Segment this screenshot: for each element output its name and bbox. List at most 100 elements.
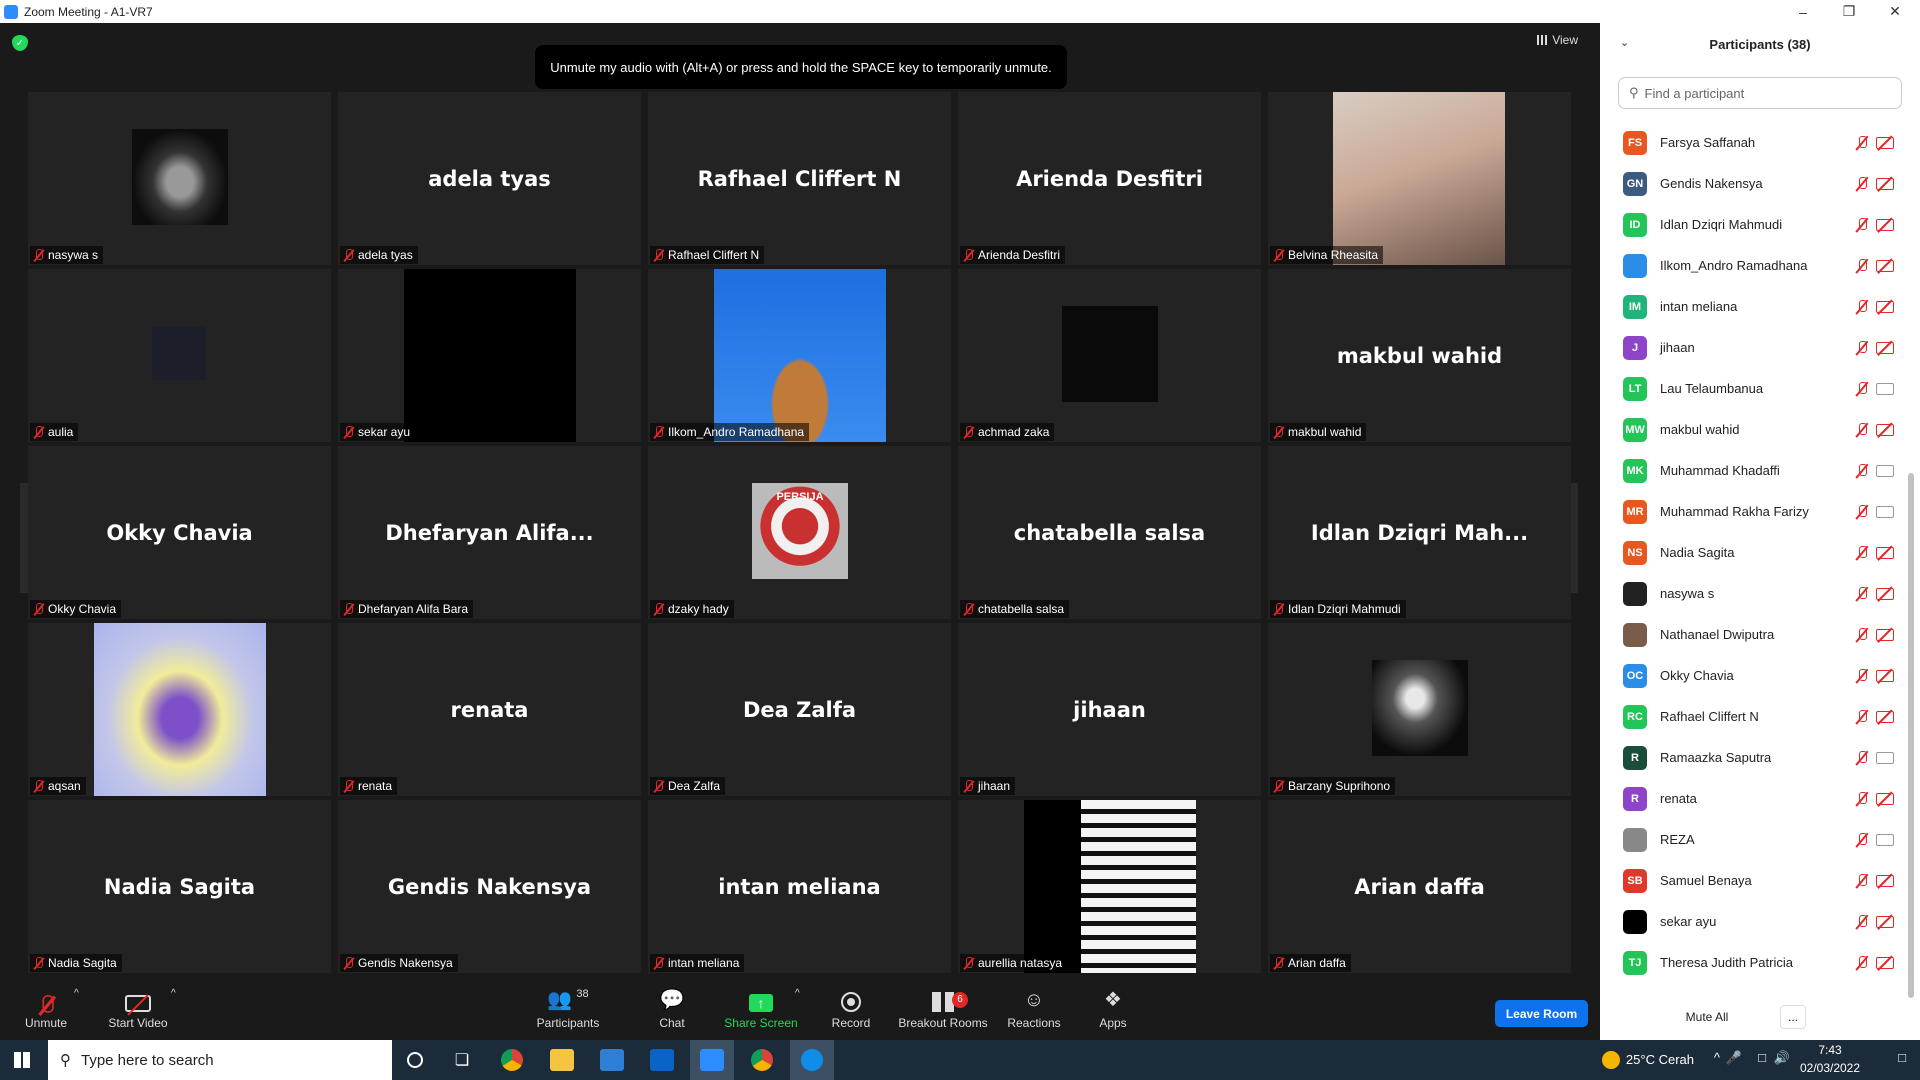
- video-tile[interactable]: Belvina Rheasita: [1268, 92, 1571, 265]
- mic-muted-icon: [1273, 248, 1284, 262]
- participant-row[interactable]: SB Samuel Benaya: [1600, 860, 1900, 901]
- clock-time[interactable]: 7:43: [1800, 1043, 1860, 1057]
- more-options-button[interactable]: ...: [1780, 1005, 1806, 1029]
- participant-row[interactable]: NS Nadia Sagita: [1600, 532, 1900, 573]
- video-tile[interactable]: Nadia Sagita Nadia Sagita: [28, 800, 331, 973]
- participant-row[interactable]: R Ramaazka Saputra: [1600, 737, 1900, 778]
- teamviewer-icon[interactable]: [790, 1040, 834, 1080]
- chrome-profile-icon[interactable]: [740, 1040, 784, 1080]
- avatar: [1623, 581, 1647, 606]
- video-tile[interactable]: chatabella salsa chatabella salsa: [958, 446, 1261, 619]
- tile-name-label: Gendis Nakensya: [340, 954, 458, 972]
- participant-row[interactable]: FS Farsya Saffanah: [1600, 122, 1900, 163]
- start-video-button[interactable]: Start Video: [100, 980, 176, 1039]
- video-tile[interactable]: adela tyas adela tyas: [338, 92, 641, 265]
- unmute-button[interactable]: Unmute: [18, 980, 74, 1039]
- participant-row[interactable]: Nathanael Dwiputra: [1600, 614, 1900, 655]
- audio-options-caret[interactable]: ^: [74, 988, 79, 999]
- apps-button[interactable]: ❖ Apps: [1096, 980, 1130, 1039]
- video-tile[interactable]: jihaan jihaan: [958, 623, 1261, 796]
- participant-row[interactable]: GN Gendis Nakensya: [1600, 163, 1900, 204]
- mail-icon[interactable]: [640, 1040, 684, 1080]
- video-tile[interactable]: Ilkom_Andro Ramadhana: [648, 269, 951, 442]
- participant-name: intan meliana: [1660, 299, 1738, 314]
- video-tile[interactable]: Dhefaryan Alifa... Dhefaryan Alifa Bara: [338, 446, 641, 619]
- network-icon[interactable]: □: [1758, 1050, 1766, 1065]
- leave-room-button[interactable]: Leave Room: [1495, 1000, 1588, 1027]
- store-icon[interactable]: [590, 1040, 634, 1080]
- volume-icon[interactable]: 🔊: [1774, 1050, 1790, 1066]
- video-tile[interactable]: Okky Chavia Okky Chavia: [28, 446, 331, 619]
- restore-button[interactable]: ❐: [1826, 0, 1872, 23]
- video-tile[interactable]: aqsan: [28, 623, 331, 796]
- participant-row[interactable]: TJ Theresa Judith Patricia: [1600, 942, 1900, 983]
- video-options-caret[interactable]: ^: [171, 988, 176, 999]
- chevron-down-icon[interactable]: ⌄: [1620, 36, 1629, 49]
- video-tile[interactable]: nasywa s: [28, 92, 331, 265]
- minimize-button[interactable]: –: [1780, 0, 1826, 23]
- chat-button[interactable]: 💬 Chat: [652, 980, 692, 1039]
- participant-row[interactable]: MR Muhammad Rakha Farizy: [1600, 491, 1900, 532]
- participant-search-input[interactable]: ⚲ Find a participant: [1618, 77, 1902, 109]
- start-button[interactable]: [0, 1040, 44, 1080]
- participant-row[interactable]: Ilkom_Andro Ramadhana: [1600, 245, 1900, 286]
- participant-row[interactable]: sekar ayu: [1600, 901, 1900, 942]
- video-tile[interactable]: Arian daffa Arian daffa: [1268, 800, 1571, 973]
- video-tile[interactable]: aulia: [28, 269, 331, 442]
- video-tile[interactable]: PERSIJA dzaky hady: [648, 446, 951, 619]
- video-tile[interactable]: renata renata: [338, 623, 641, 796]
- participants-button[interactable]: 👥 38 Participants: [532, 980, 604, 1039]
- cortana-button[interactable]: [393, 1040, 437, 1080]
- breakout-rooms-button[interactable]: 6 Breakout Rooms: [898, 980, 988, 1039]
- record-button[interactable]: Record: [828, 980, 874, 1039]
- video-tile[interactable]: Rafhael Cliffert N Rafhael Cliffert N: [648, 92, 951, 265]
- view-button[interactable]: View: [1537, 33, 1578, 47]
- close-button[interactable]: ✕: [1872, 0, 1918, 23]
- participant-row[interactable]: Jjihaan: [1600, 327, 1900, 368]
- avatar: [1623, 622, 1647, 647]
- microphone-tray-icon[interactable]: 🎤: [1726, 1050, 1742, 1066]
- participant-row[interactable]: IM intan meliana: [1600, 286, 1900, 327]
- participant-row[interactable]: LT Lau Telaumbanua: [1600, 368, 1900, 409]
- file-explorer-icon[interactable]: [540, 1040, 584, 1080]
- notifications-icon[interactable]: □: [1898, 1050, 1906, 1065]
- video-tile[interactable]: sekar ayu: [338, 269, 641, 442]
- participant-list-scrollbar[interactable]: [1908, 473, 1914, 998]
- participant-row[interactable]: ID Idlan Dziqri Mahmudi: [1600, 204, 1900, 245]
- participant-row[interactable]: RC Rafhael Cliffert N: [1600, 696, 1900, 737]
- video-tile[interactable]: Barzany Suprihono: [1268, 623, 1571, 796]
- chrome-taskbar-icon[interactable]: [490, 1040, 534, 1080]
- task-view-button[interactable]: ❏: [440, 1040, 484, 1080]
- video-tile[interactable]: Idlan Dziqri Mah... Idlan Dziqri Mahmudi: [1268, 446, 1571, 619]
- taskbar-search-input[interactable]: ⚲ Type here to search: [48, 1040, 392, 1080]
- clock-date[interactable]: 02/03/2022: [1792, 1061, 1868, 1075]
- participant-row[interactable]: MK Muhammad Khadaffi: [1600, 450, 1900, 491]
- video-tile[interactable]: Arienda Desfitri Arienda Desfitri: [958, 92, 1261, 265]
- chevron-up-icon[interactable]: ^: [1714, 1050, 1720, 1065]
- participant-row[interactable]: MW makbul wahid: [1600, 409, 1900, 450]
- weather-text[interactable]: 25°C Cerah: [1626, 1052, 1694, 1067]
- mic-muted-icon: [1855, 463, 1869, 479]
- participant-row[interactable]: OC Okky Chavia: [1600, 655, 1900, 696]
- video-tile[interactable]: intan meliana intan meliana: [648, 800, 951, 973]
- video-tile[interactable]: aurellia natasya: [958, 800, 1261, 973]
- video-tile[interactable]: achmad zaka: [958, 269, 1261, 442]
- video-tile[interactable]: Dea Zalfa Dea Zalfa: [648, 623, 951, 796]
- mute-all-button[interactable]: Mute All: [1670, 1005, 1744, 1029]
- participant-row[interactable]: REZA: [1600, 819, 1900, 860]
- participant-row[interactable]: nasywa s: [1600, 573, 1900, 614]
- video-tile[interactable]: Gendis Nakensya Gendis Nakensya: [338, 800, 641, 973]
- share-options-caret[interactable]: ^: [795, 988, 800, 999]
- zoom-taskbar-icon[interactable]: [690, 1040, 734, 1080]
- encryption-shield-icon[interactable]: ✓: [12, 35, 28, 51]
- tile-display-name: Idlan Dziqri Mah...: [1310, 520, 1529, 545]
- video-gallery: nasywa s adela tyas adela tyas Rafhael Clif…: [28, 92, 1573, 973]
- participant-row[interactable]: Rrenata: [1600, 778, 1900, 819]
- tile-display-name: jihaan: [1073, 697, 1146, 722]
- reactions-button[interactable]: ☺ Reactions: [1006, 980, 1062, 1039]
- mic-muted-icon: [1273, 425, 1284, 439]
- share-screen-button[interactable]: ↑ Share Screen: [722, 980, 800, 1039]
- video-off-icon: [1876, 669, 1894, 682]
- participant-name: Lau Telaumbanua: [1660, 381, 1764, 396]
- video-tile[interactable]: makbul wahid makbul wahid: [1268, 269, 1571, 442]
